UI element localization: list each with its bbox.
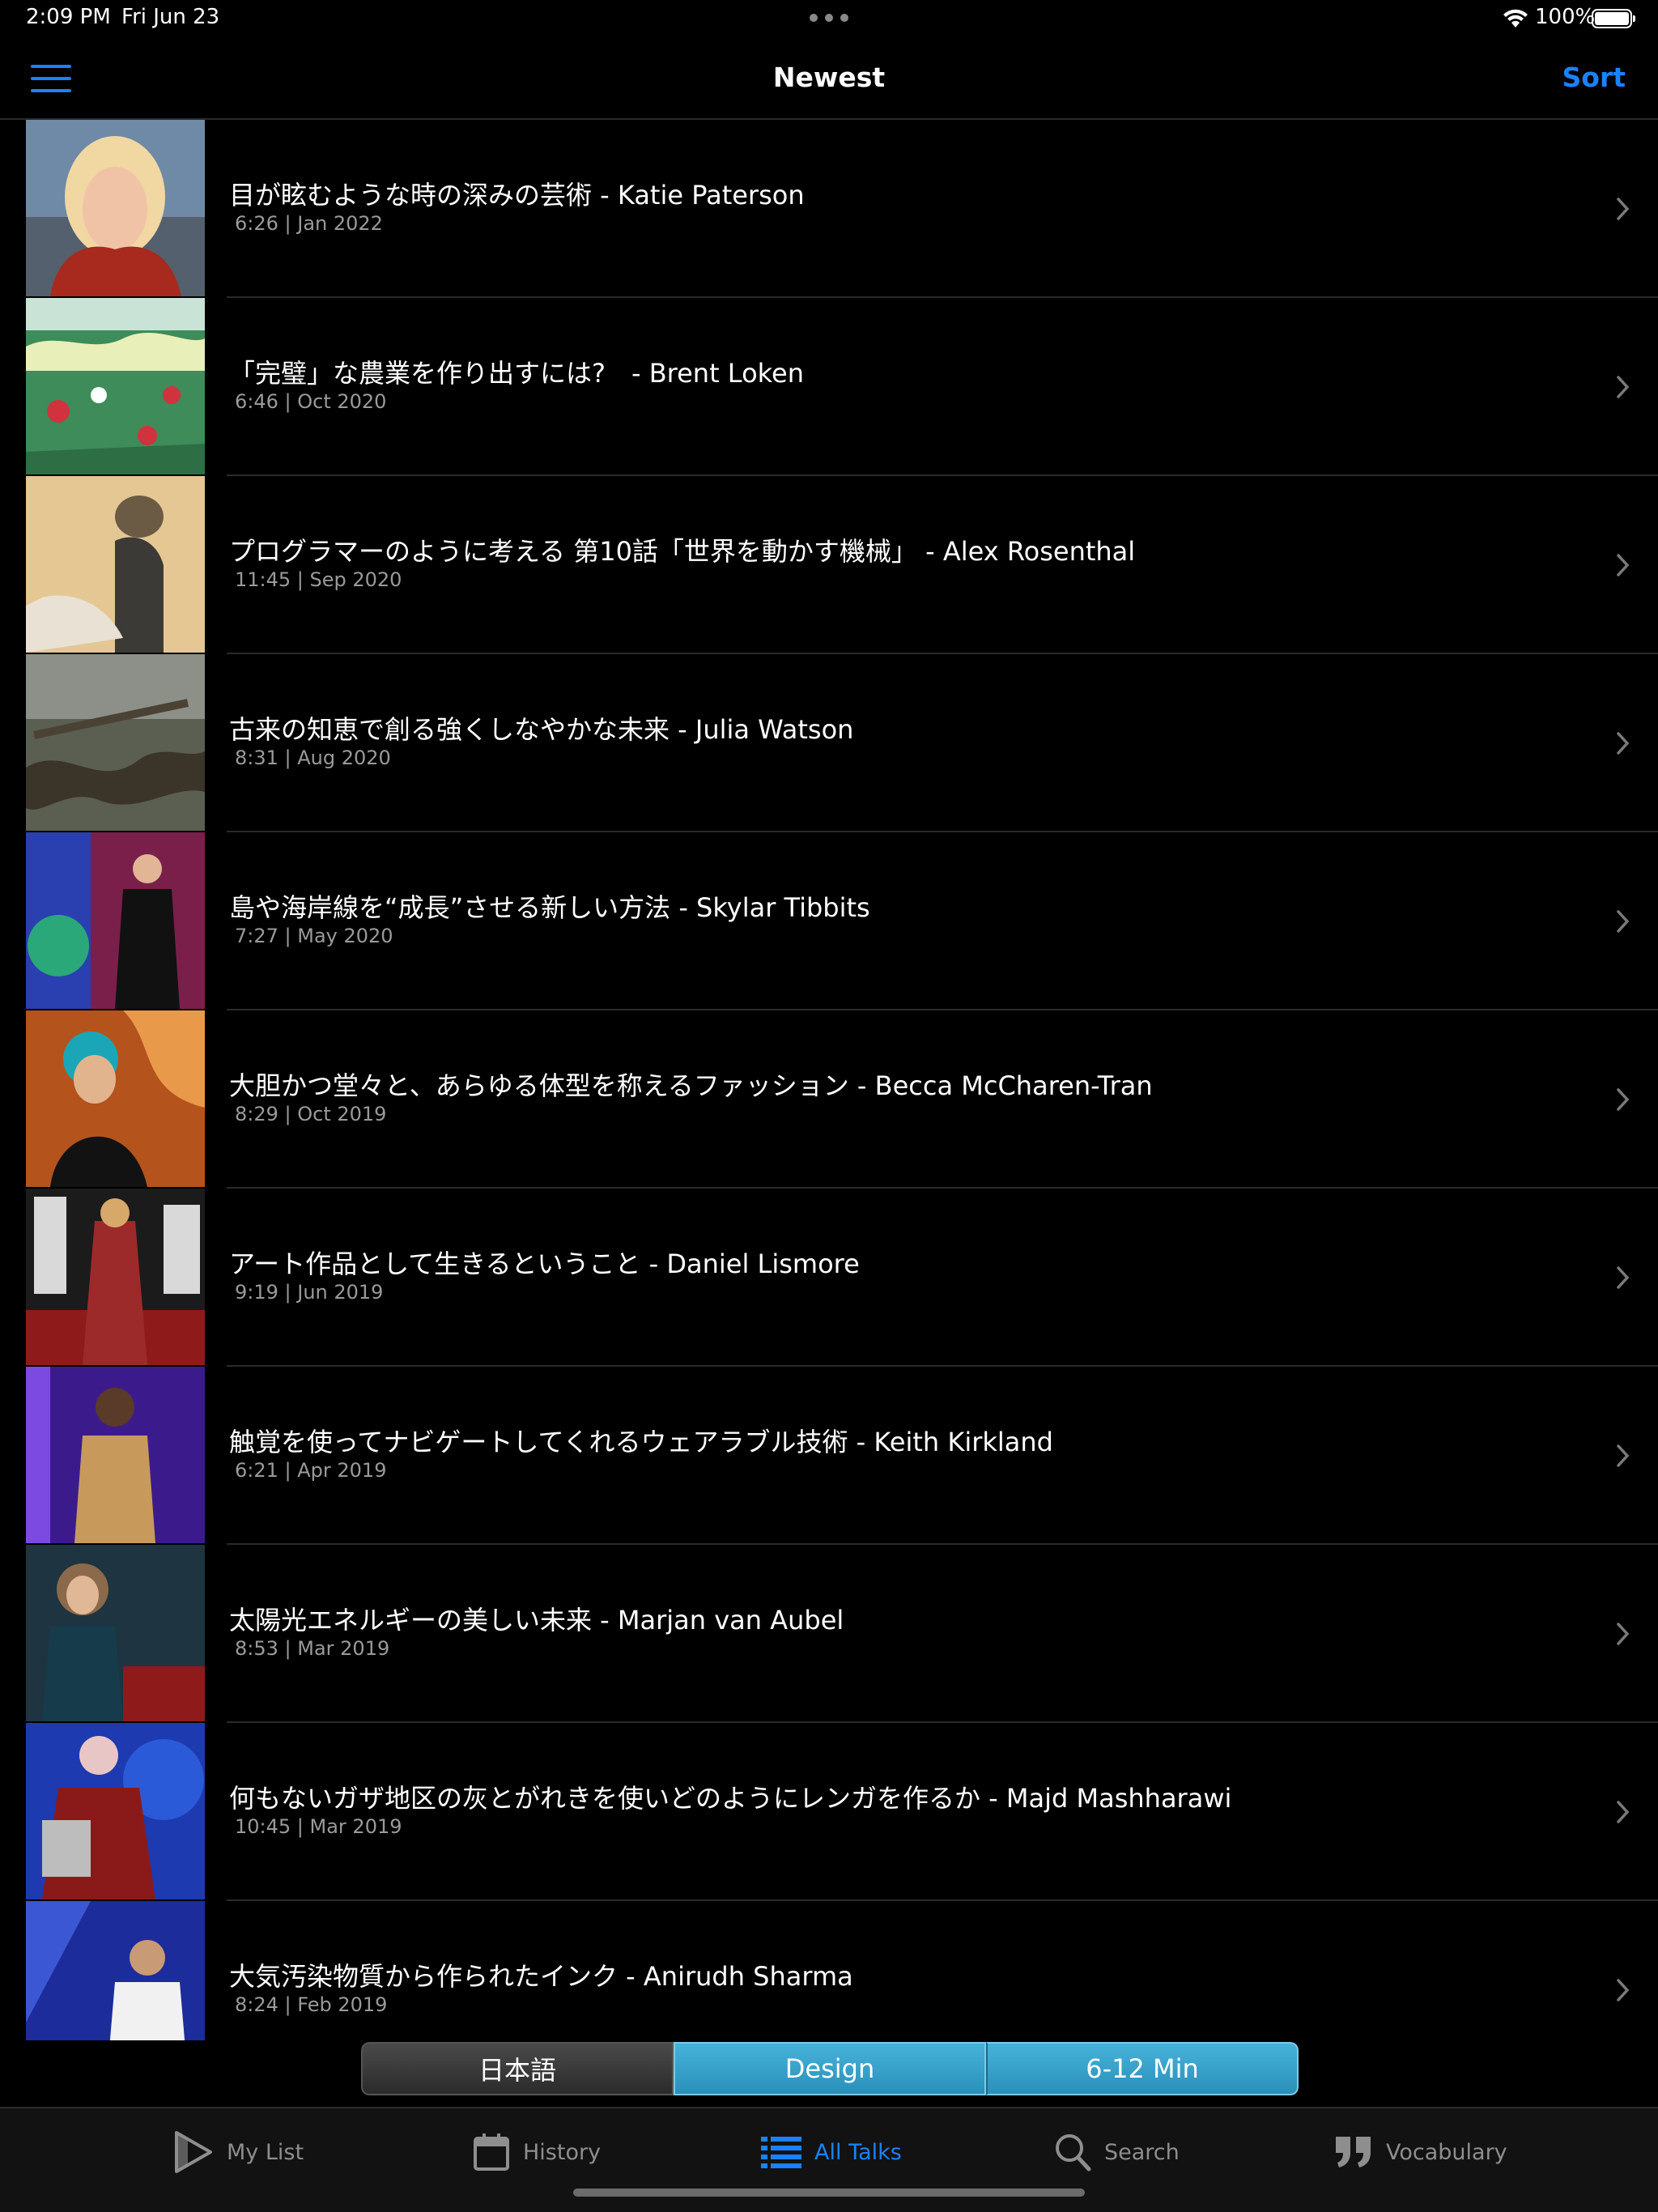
talk-thumbnail	[26, 1723, 205, 1899]
talk-thumbnail	[26, 298, 205, 474]
tab-label: All Talks	[814, 2139, 902, 2165]
tab-label: History	[523, 2139, 602, 2165]
page-title: Newest	[772, 62, 886, 93]
talk-meta: 8:24 | Feb 2019	[235, 1993, 388, 2016]
talk-thumbnail	[26, 1901, 205, 2040]
filter-segmented-control: 日本語 Design 6-12 Min	[361, 2042, 1299, 2095]
talk-thumbnail	[26, 1545, 205, 1721]
status-date: Fri Jun 23	[121, 5, 220, 29]
talk-thumbnail	[26, 654, 205, 831]
tab-vocabulary[interactable]: Vocabulary	[1334, 2128, 1507, 2176]
talk-title: プログラマーのように考える 第10話「世界を動かす機械」 - Alex Rose…	[229, 536, 1136, 567]
talk-meta: 6:46 | Oct 2020	[235, 390, 387, 413]
chevron-right-icon	[1617, 1088, 1630, 1111]
chevron-right-icon	[1617, 198, 1630, 220]
talk-row[interactable]: 大気汚染物質から作られたインク - Anirudh Sharma 8:24 | …	[0, 1901, 1658, 2040]
chevron-right-icon	[1617, 910, 1630, 933]
talk-meta: 11:45 | Sep 2020	[235, 568, 402, 591]
talk-meta: 6:21 | Apr 2019	[235, 1459, 387, 1482]
tab-all-talks[interactable]: All Talks	[761, 2128, 902, 2176]
home-indicator	[573, 2189, 1085, 2197]
talk-row[interactable]: 古来の知恵で創る強くしなやかな未来 - Julia Watson 8:31 | …	[0, 654, 1658, 832]
calendar-icon	[474, 2133, 509, 2171]
chevron-right-icon	[1617, 1623, 1630, 1645]
talk-title: 島や海岸線を“成長”させる新しい方法 - Skylar Tibbits	[229, 892, 870, 923]
talk-row[interactable]: 目が眩むような時の深みの芸術 - Katie Paterson 6:26 | J…	[0, 120, 1658, 298]
tab-my-list[interactable]: My List	[172, 2128, 304, 2176]
chevron-right-icon	[1617, 1979, 1630, 2001]
talk-title: 大気汚染物質から作られたインク - Anirudh Sharma	[229, 1961, 853, 1992]
talk-row[interactable]: 太陽光エネルギーの美しい未来 - Marjan van Aubel 8:53 |…	[0, 1545, 1658, 1723]
talk-meta: 8:29 | Oct 2019	[235, 1103, 387, 1125]
talk-row[interactable]: 大胆かつ堂々と、あらゆる体型を称えるファッション - Becca McChare…	[0, 1010, 1658, 1189]
talk-meta: 7:27 | May 2020	[235, 925, 393, 947]
list-icon	[761, 2137, 801, 2168]
talk-title: 大胆かつ堂々と、あらゆる体型を称えるファッション - Becca McChare…	[229, 1070, 1153, 1101]
language-filter-button[interactable]: 日本語	[361, 2042, 674, 2095]
duration-filter-button[interactable]: 6-12 Min	[986, 2042, 1299, 2095]
tab-label: Vocabulary	[1386, 2139, 1507, 2165]
battery-icon	[1592, 9, 1635, 28]
talk-row[interactable]: プログラマーのように考える 第10話「世界を動かす機械」 - Alex Rose…	[0, 476, 1658, 654]
talk-title: 触覚を使ってナビゲートしてくれるウェアラブル技術 - Keith Kirklan…	[229, 1427, 1053, 1457]
talk-thumbnail	[26, 1010, 205, 1187]
talk-meta: 6:26 | Jan 2022	[235, 212, 383, 235]
talk-title: アート作品として生きるということ - Daniel Lismore	[229, 1249, 860, 1279]
talk-thumbnail	[26, 476, 205, 653]
talk-row[interactable]: 島や海岸線を“成長”させる新しい方法 - Skylar Tibbits 7:27…	[0, 832, 1658, 1010]
sort-button[interactable]: Sort	[1562, 62, 1626, 93]
talk-thumbnail	[26, 120, 205, 296]
play-triangle-icon	[175, 2131, 212, 2173]
multitask-dots-icon[interactable]	[810, 10, 848, 26]
talk-thumbnail	[26, 832, 205, 1009]
tab-history[interactable]: History	[473, 2128, 601, 2176]
talk-meta: 10:45 | Mar 2019	[235, 1815, 402, 1838]
talk-row[interactable]: 「完璧」な農業を作り出すには? - Brent Loken 6:46 | Oct…	[0, 298, 1658, 476]
wifi-icon	[1503, 9, 1528, 28]
chevron-right-icon	[1617, 376, 1630, 398]
talk-meta: 9:19 | Jun 2019	[235, 1281, 384, 1304]
talk-thumbnail	[26, 1189, 205, 1365]
talk-meta: 8:53 | Mar 2019	[235, 1637, 390, 1660]
tab-label: My List	[227, 2139, 304, 2165]
tab-label: Search	[1104, 2139, 1180, 2165]
talk-title: 目が眩むような時の深みの芸術 - Katie Paterson	[229, 180, 805, 211]
chevron-right-icon	[1617, 1444, 1630, 1467]
talk-row[interactable]: アート作品として生きるということ - Daniel Lismore 9:19 |…	[0, 1189, 1658, 1367]
status-bar: 2:09 PM Fri Jun 23 100%	[0, 0, 1658, 39]
talk-meta: 8:31 | Aug 2020	[235, 747, 391, 769]
chevron-right-icon	[1617, 1801, 1630, 1823]
search-icon	[1056, 2134, 1091, 2172]
navigation-bar: Newest Sort	[0, 39, 1658, 120]
chevron-right-icon	[1617, 554, 1630, 576]
talk-row[interactable]: 何もないガザ地区の灰とがれきを使いどのようにレンガを作るか - Majd Mas…	[0, 1723, 1658, 1901]
talk-title: 何もないガザ地区の灰とがれきを使いどのようにレンガを作るか - Majd Mas…	[229, 1783, 1232, 1814]
battery-percent: 100%	[1535, 5, 1596, 29]
chevron-right-icon	[1617, 1266, 1630, 1289]
quote-icon	[1336, 2137, 1371, 2167]
talk-title: 「完璧」な農業を作り出すには? - Brent Loken	[229, 358, 805, 389]
talk-row[interactable]: 触覚を使ってナビゲートしてくれるウェアラブル技術 - Keith Kirklan…	[0, 1367, 1658, 1545]
tab-search[interactable]: Search	[1054, 2128, 1180, 2176]
talk-thumbnail	[26, 1367, 205, 1543]
chevron-right-icon	[1617, 732, 1630, 755]
talk-list[interactable]: 目が眩むような時の深みの芸術 - Katie Paterson 6:26 | J…	[0, 120, 1658, 2040]
status-time: 2:09 PM	[26, 5, 111, 29]
talk-title: 太陽光エネルギーの美しい未来 - Marjan van Aubel	[229, 1605, 844, 1636]
talk-title: 古来の知恵で創る強くしなやかな未来 - Julia Watson	[229, 714, 854, 745]
topic-filter-button[interactable]: Design	[674, 2042, 986, 2095]
